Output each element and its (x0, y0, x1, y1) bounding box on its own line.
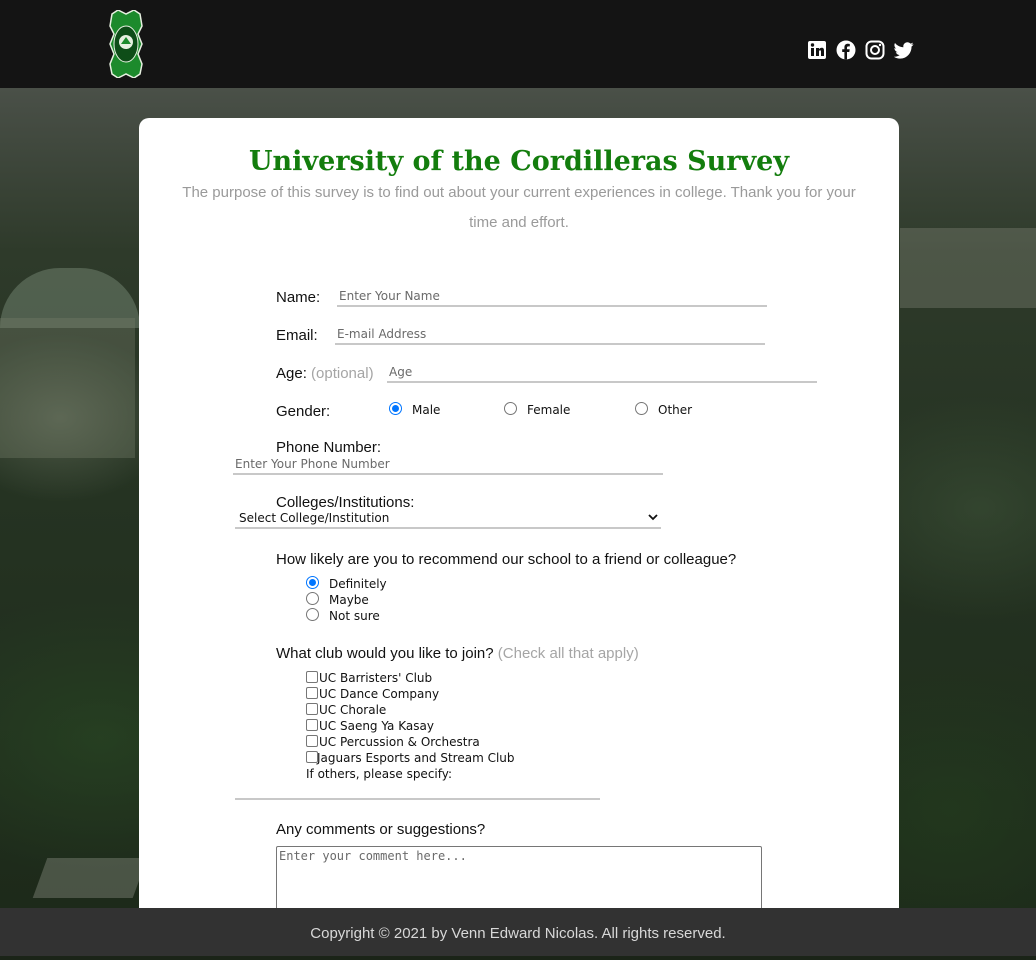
footer: Copyright © 2021 by Venn Edward Nicolas.… (0, 908, 1036, 956)
college-label: Colleges/Institutions: (276, 494, 415, 511)
name-label: Name: (276, 289, 321, 306)
club-question: What club would you like to join? (Check… (276, 645, 639, 662)
age-label: Age: (optional) (276, 365, 374, 382)
linkedin-icon[interactable] (807, 40, 827, 60)
club-label: UC Chorale (319, 703, 387, 717)
copyright-text: Copyright © 2021 by Venn Edward Nicolas.… (310, 925, 726, 942)
club-label: Jaguars Esports and Stream Club (317, 751, 515, 765)
social-links (807, 40, 914, 60)
gender-label: Gender: (276, 403, 331, 420)
club-label: UC Percussion & Orchestra (319, 735, 480, 749)
email-input[interactable] (335, 325, 765, 345)
club-checkbox[interactable] (306, 735, 318, 747)
gender-female-radio[interactable] (504, 402, 517, 415)
gender-male-radio[interactable] (389, 402, 402, 415)
facebook-icon[interactable] (836, 40, 856, 60)
club-label: UC Dance Company (319, 687, 440, 701)
survey-title: University of the Cordilleras Survey (248, 146, 790, 177)
club-checkbox[interactable] (306, 703, 318, 715)
gender-other-radio[interactable] (635, 402, 648, 415)
phone-label: Phone Number: (276, 439, 382, 456)
survey-card: University of the Cordilleras Survey The… (139, 118, 899, 926)
name-input[interactable] (337, 287, 767, 307)
age-input[interactable] (387, 363, 817, 383)
recommend-maybe-radio[interactable] (306, 592, 319, 605)
club-label: UC Saeng Ya Kasay (319, 719, 434, 733)
chevron-down-icon (647, 512, 659, 525)
recommend-notsure-label: Not sure (329, 609, 380, 623)
recommend-definitely-radio[interactable] (306, 576, 319, 589)
recommend-maybe-label: Maybe (329, 593, 369, 607)
recommend-notsure-radio[interactable] (306, 608, 319, 621)
university-logo[interactable] (106, 9, 146, 79)
email-label: Email: (276, 327, 318, 344)
gender-female-label: Female (527, 403, 571, 417)
top-navbar (0, 0, 1036, 88)
instagram-icon[interactable] (865, 40, 885, 60)
recommend-question: How likely are you to recommend our scho… (276, 551, 737, 568)
club-label: UC Barristers' Club (319, 671, 433, 685)
others-input[interactable] (235, 798, 600, 800)
club-checkbox[interactable] (306, 719, 318, 731)
age-optional-hint: (optional) (311, 365, 374, 382)
gender-male-label: Male (412, 403, 441, 417)
survey-description: The purpose of this survey is to find ou… (182, 184, 856, 231)
recommend-definitely-label: Definitely (329, 577, 387, 591)
college-select[interactable]: Select College/Institution (235, 511, 661, 529)
college-select-value: Select College/Institution (239, 511, 390, 525)
club-checkbox[interactable] (306, 671, 318, 683)
others-label: If others, please specify: (306, 767, 453, 781)
twitter-icon[interactable] (893, 40, 914, 60)
club-checkbox[interactable] (306, 687, 318, 699)
club-hint: (Check all that apply) (497, 645, 639, 662)
gender-other-label: Other (658, 403, 693, 417)
phone-input[interactable] (233, 455, 663, 475)
comments-label: Any comments or suggestions? (276, 821, 486, 838)
